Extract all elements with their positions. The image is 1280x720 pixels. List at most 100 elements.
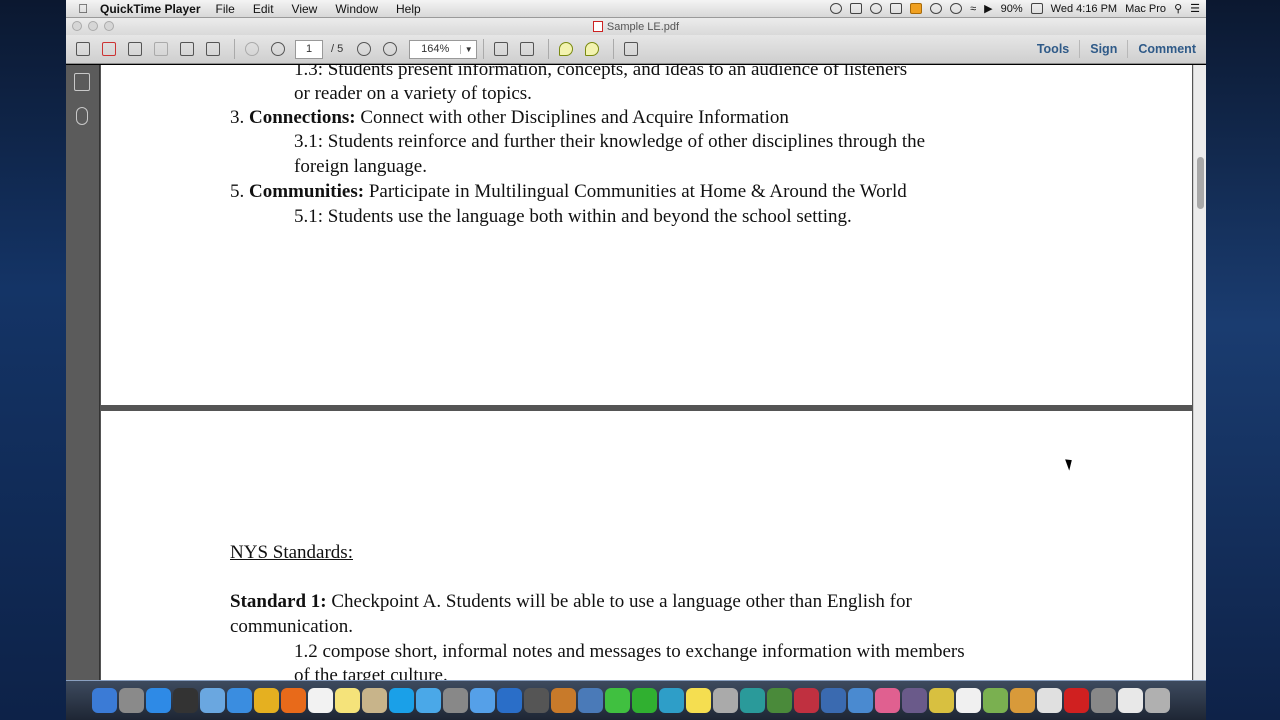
screen-icon[interactable] <box>850 3 863 14</box>
doc-line: 1.2 compose short, informal notes and me… <box>294 641 965 662</box>
garageband-icon[interactable] <box>551 688 576 713</box>
comment-pane-button[interactable]: Comment <box>1127 40 1206 58</box>
timemachine-icon[interactable] <box>740 688 765 713</box>
create-pdf-icon <box>76 42 90 56</box>
app-icon[interactable] <box>902 688 927 713</box>
app-icon[interactable] <box>983 688 1008 713</box>
page-number-input[interactable]: 1 <box>295 39 323 59</box>
globe-icon[interactable] <box>497 688 522 713</box>
zoom-out-button[interactable] <box>353 39 375 59</box>
clock[interactable]: Wed 4:16 PM <box>1051 3 1117 15</box>
fit-page-button[interactable] <box>490 39 512 59</box>
close-window-button[interactable] <box>72 21 82 31</box>
doc-paragraph: Standard 1: Checkpoint A. Students will … <box>230 590 912 615</box>
sign-pane-button[interactable]: Sign <box>1079 40 1127 58</box>
trash-icon[interactable] <box>1145 688 1170 713</box>
status-icon[interactable] <box>830 3 843 14</box>
app-icon[interactable] <box>1037 688 1062 713</box>
skype-icon[interactable] <box>389 688 414 713</box>
app-icon[interactable] <box>848 688 873 713</box>
next-page-button[interactable] <box>267 39 289 59</box>
menu-window[interactable]: Window <box>335 2 378 16</box>
apple-menu-icon[interactable]:  <box>66 1 100 16</box>
fit-width-button[interactable] <box>516 39 538 59</box>
zoom-select[interactable]: 164% ▼ <box>409 39 478 59</box>
zoom-window-button[interactable] <box>104 21 114 31</box>
tools-icon[interactable] <box>890 3 903 14</box>
notes-icon[interactable] <box>910 3 923 14</box>
spotlight-search-icon[interactable]: ⚲ <box>1174 2 1182 15</box>
create-pdf-button[interactable] <box>72 39 94 59</box>
menu-view[interactable]: View <box>292 2 318 16</box>
email-button[interactable] <box>202 39 224 59</box>
firefox-icon[interactable] <box>281 688 306 713</box>
highlight-icon <box>585 42 600 56</box>
dashboard-icon[interactable] <box>173 688 198 713</box>
open-file-button[interactable] <box>98 39 120 59</box>
print-button[interactable] <box>176 39 198 59</box>
app-icon[interactable] <box>713 688 738 713</box>
spotify-icon[interactable] <box>632 688 657 713</box>
notes-icon[interactable] <box>335 688 360 713</box>
battery-percent[interactable]: 90% <box>1001 3 1023 15</box>
menu-help[interactable]: Help <box>396 2 421 16</box>
app-icon[interactable] <box>821 688 846 713</box>
safari-icon[interactable] <box>227 688 252 713</box>
previous-page-button[interactable] <box>241 39 263 59</box>
full-screen-button[interactable] <box>620 39 642 59</box>
print-icon <box>180 42 194 56</box>
app-store-icon[interactable] <box>146 688 171 713</box>
edit-button[interactable] <box>124 39 146 59</box>
wifi-icon[interactable]: ≈ <box>970 3 976 15</box>
scrollbar-thumb[interactable] <box>1197 157 1204 209</box>
acrobat-icon[interactable] <box>1064 688 1089 713</box>
contacts-icon[interactable] <box>362 688 387 713</box>
app-icon[interactable] <box>794 688 819 713</box>
app-icon[interactable] <box>956 688 981 713</box>
chrome-icon[interactable] <box>254 688 279 713</box>
mail-icon[interactable] <box>1118 688 1143 713</box>
app-icon[interactable] <box>1010 688 1035 713</box>
sync-icon[interactable] <box>870 3 883 14</box>
fit-width-icon <box>520 42 535 56</box>
toolbar-panes: Tools Sign Comment <box>1027 35 1206 63</box>
doc-heading: NYS Standards: <box>230 541 353 566</box>
highlight-button[interactable] <box>581 39 603 59</box>
app-icon[interactable] <box>767 688 792 713</box>
messages-icon[interactable] <box>470 688 495 713</box>
bluetooth-icon[interactable] <box>950 3 963 14</box>
app-icon[interactable] <box>875 688 900 713</box>
doc-list-item: 5. Communities: Participate in Multiling… <box>230 180 907 205</box>
time-machine-icon[interactable] <box>930 3 943 14</box>
page-thumbnails-icon[interactable] <box>74 73 90 91</box>
zoom-in-button[interactable] <box>379 39 401 59</box>
user-name[interactable]: Mac Pro <box>1125 3 1166 15</box>
image-capture-icon[interactable] <box>443 688 468 713</box>
app-menu[interactable]: QuickTime Player <box>100 2 201 16</box>
vertical-scrollbar[interactable] <box>1193 65 1206 680</box>
notification-list-icon[interactable]: ☰ <box>1190 2 1200 15</box>
attachments-icon[interactable] <box>76 107 88 125</box>
app-icon[interactable] <box>929 688 954 713</box>
calendar-icon[interactable] <box>308 688 333 713</box>
app-icon[interactable] <box>1091 688 1116 713</box>
bold-term: Communities: <box>249 181 365 202</box>
preview-icon[interactable] <box>200 688 225 713</box>
battery-icon[interactable] <box>1030 3 1043 14</box>
volume-icon[interactable]: ▶ <box>984 2 992 15</box>
itunes-icon[interactable] <box>416 688 441 713</box>
stickies-icon[interactable] <box>686 688 711 713</box>
tools-pane-button[interactable]: Tools <box>1027 40 1079 58</box>
launchpad-icon[interactable] <box>119 688 144 713</box>
document-view[interactable]: 1.3: Students present information, conce… <box>100 65 1206 680</box>
minimize-window-button[interactable] <box>88 21 98 31</box>
iphoto-icon[interactable] <box>578 688 603 713</box>
finder-icon[interactable] <box>92 688 117 713</box>
menu-file[interactable]: File <box>216 2 235 16</box>
app-icon[interactable] <box>659 688 684 713</box>
app-icon[interactable] <box>605 688 630 713</box>
save-button[interactable] <box>150 39 172 59</box>
utility-icon[interactable] <box>524 688 549 713</box>
add-comment-button[interactable] <box>555 39 577 59</box>
menu-edit[interactable]: Edit <box>253 2 274 16</box>
